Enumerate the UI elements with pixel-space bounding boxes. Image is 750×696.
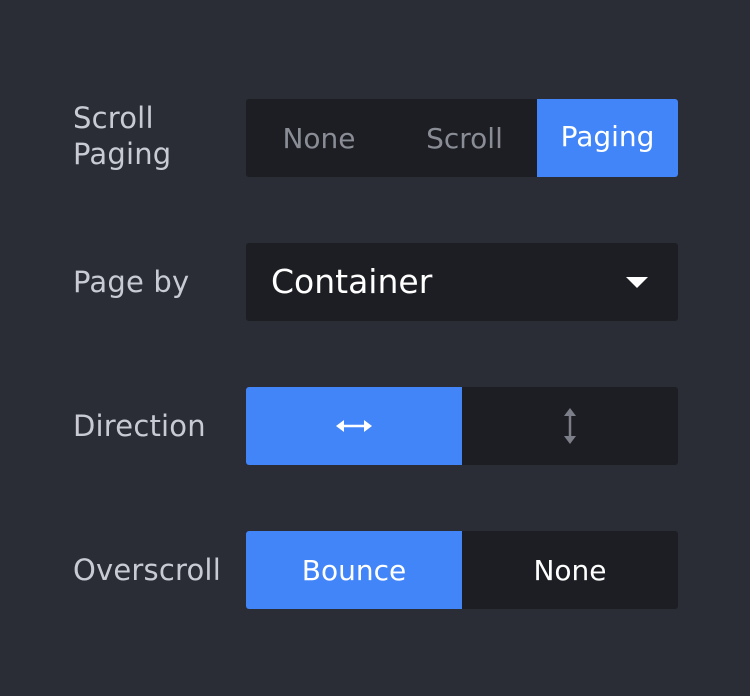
scroll-paging-label-line2: Paging <box>73 137 172 171</box>
direction-row: Direction <box>0 387 750 465</box>
page-by-label: Page by <box>73 265 190 299</box>
page-by-selected-value: Container <box>271 262 433 301</box>
overscroll-option-none[interactable]: None <box>462 531 678 609</box>
overscroll-row: Overscroll Bounce None <box>0 531 750 609</box>
overscroll-segmented-control: Bounce None <box>246 531 678 609</box>
direction-option-vertical[interactable] <box>462 387 678 465</box>
scroll-paging-label-line1: Scroll <box>73 101 154 135</box>
direction-segmented-control <box>246 387 678 465</box>
scroll-paging-segmented-control: None Scroll Paging <box>246 99 678 177</box>
direction-option-horizontal[interactable] <box>246 387 462 465</box>
chevron-down-icon <box>626 277 648 288</box>
scroll-paging-option-scroll[interactable]: Scroll <box>392 99 537 177</box>
scroll-paging-label: Scroll Paging <box>73 100 171 172</box>
overscroll-option-bounce[interactable]: Bounce <box>246 531 462 609</box>
scroll-paging-option-paging[interactable]: Paging <box>537 99 678 177</box>
horizontal-arrows-icon <box>336 420 372 432</box>
page-by-row: Page by Container <box>0 243 750 321</box>
page-by-select[interactable]: Container <box>246 243 678 321</box>
vertical-arrows-icon <box>564 408 576 444</box>
overscroll-label: Overscroll <box>73 553 221 587</box>
direction-label: Direction <box>73 409 206 443</box>
scroll-paging-option-none[interactable]: None <box>246 99 392 177</box>
scroll-paging-row: Scroll Paging None Scroll Paging <box>0 99 750 177</box>
